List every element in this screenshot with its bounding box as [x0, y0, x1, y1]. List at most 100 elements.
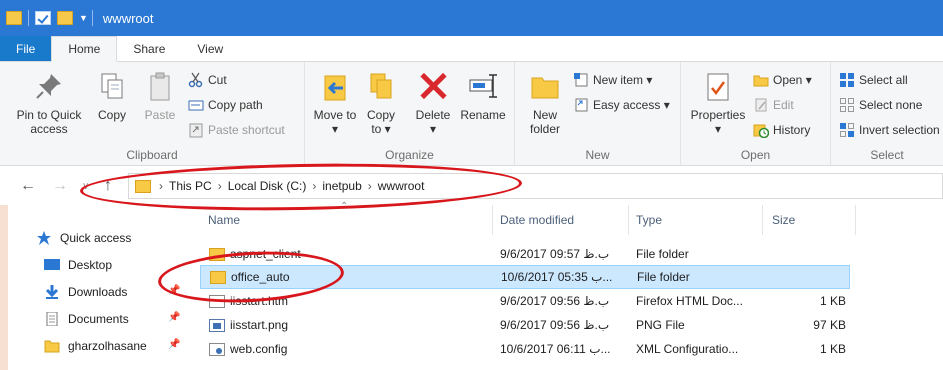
address-bar[interactable]: › This PC › Local Disk (C:) › inetpub › …	[128, 173, 943, 199]
delete-label: Delete	[415, 108, 451, 122]
file-date: 9/6/2017 09:56 ب.ظ	[500, 318, 610, 332]
up-arrow-icon[interactable]: ↑	[104, 177, 112, 195]
delete-button[interactable]: Delete ▾	[411, 70, 455, 136]
forward-arrow-icon[interactable]: →	[52, 177, 68, 195]
breadcrumb-inetpub[interactable]: inetpub	[322, 179, 361, 193]
clipboard-group: Pin to Quick access Copy Paste Cut Copy …	[0, 62, 305, 166]
nav-downloads[interactable]: Downloads	[44, 285, 127, 299]
table-row[interactable]: office_auto 10/6/2017 05:35 ب... File fo…	[200, 265, 850, 289]
select-none-label: Select none	[859, 98, 923, 112]
column-divider[interactable]	[855, 205, 856, 235]
delete-x-icon	[417, 70, 449, 102]
table-row[interactable]: iisstart.png 9/6/2017 09:56 ب.ظ PNG File…	[200, 313, 850, 337]
group-label: New	[585, 148, 610, 162]
open-button[interactable]: Open ▾	[753, 72, 812, 88]
sort-up-icon: ⌃	[340, 201, 349, 212]
file-name: aspnet_client	[230, 247, 301, 261]
navigation-bar: ← → ∨ ↑ › This PC › Local Disk (C:) › in…	[0, 167, 943, 205]
history-button[interactable]: History	[753, 122, 810, 139]
select-all-button[interactable]: Select all	[839, 72, 908, 88]
column-divider[interactable]	[628, 205, 629, 235]
properties-button[interactable]: Properties ▾	[687, 70, 749, 136]
pin-icon[interactable]: 📌	[168, 312, 180, 323]
pin-icon[interactable]: 📌	[168, 285, 180, 296]
pin-icon[interactable]: 📌	[168, 339, 180, 350]
breadcrumb-this-pc[interactable]: This PC	[169, 179, 212, 193]
tab-home[interactable]: Home	[51, 36, 118, 62]
tab-file[interactable]: File	[0, 36, 52, 61]
copy-to-button[interactable]: Copy to ▾	[361, 70, 401, 136]
file-name: iisstart.png	[230, 318, 289, 332]
nav-label: Documents	[68, 312, 129, 326]
config-file-icon	[209, 342, 225, 356]
nav-label: Downloads	[68, 285, 128, 299]
star-icon	[36, 231, 52, 245]
tab-view[interactable]: View	[181, 36, 239, 61]
new-folder-button[interactable]: New folder	[523, 70, 567, 136]
column-header-size[interactable]: Size	[772, 205, 795, 235]
html-file-icon	[209, 294, 225, 308]
copy-to-icon	[365, 70, 397, 102]
file-type: File folder	[637, 270, 690, 284]
table-row[interactable]: iisstart.htm 9/6/2017 09:56 ب.ظ Firefox …	[200, 289, 850, 313]
paste-shortcut-button[interactable]: Paste shortcut	[188, 122, 285, 138]
invert-selection-icon	[839, 122, 855, 138]
pin-label: Pin to Quick access	[16, 108, 82, 136]
new-folder-icon[interactable]	[57, 11, 73, 25]
new-item-button[interactable]: New item ▾	[573, 72, 652, 88]
easy-access-button[interactable]: Easy access ▾	[573, 97, 670, 113]
select-none-button[interactable]: Select none	[839, 97, 922, 113]
chevron-right-icon[interactable]: ›	[368, 179, 372, 193]
window-edge	[0, 205, 8, 370]
column-header-type[interactable]: Type	[636, 205, 662, 235]
tab-share[interactable]: Share	[117, 36, 181, 61]
nav-quick-access[interactable]: Quick access	[36, 231, 131, 245]
history-icon	[753, 122, 770, 139]
file-name: office_auto	[231, 270, 290, 284]
select-group: Select all Select none Invert selection …	[831, 62, 943, 166]
column-header-name[interactable]: Name	[208, 205, 240, 235]
copy-path-icon	[188, 97, 204, 113]
column-divider[interactable]	[762, 205, 763, 235]
chevron-right-icon[interactable]: ›	[218, 179, 222, 193]
chevron-down-icon[interactable]: ▼	[79, 13, 88, 23]
new-item-label: New item	[593, 73, 644, 87]
navigation-pane: Quick access Desktop Downloads Documents…	[0, 205, 190, 370]
recent-locations-icon[interactable]: ∨	[82, 181, 89, 192]
copy-path-button[interactable]: Copy path	[188, 97, 263, 113]
cut-button[interactable]: Cut	[188, 72, 227, 88]
column-divider[interactable]	[492, 205, 493, 235]
file-type: File folder	[636, 247, 689, 261]
copy-icon	[96, 70, 128, 102]
easy-access-label: Easy access	[593, 98, 661, 112]
new-item-icon	[573, 72, 589, 88]
breadcrumb-wwwroot[interactable]: wwwroot	[378, 179, 425, 193]
select-none-icon	[839, 97, 855, 113]
nav-documents[interactable]: Documents	[44, 311, 129, 327]
nav-gharzolhasane[interactable]: gharzolhasane	[44, 339, 147, 353]
move-to-button[interactable]: Move to ▾	[313, 70, 357, 136]
breadcrumb-local-disk[interactable]: Local Disk (C:)	[228, 179, 307, 193]
file-date: 9/6/2017 09:56 ب.ظ	[500, 294, 610, 308]
table-row[interactable]: aspnet_client 9/6/2017 09:57 ب.ظ File fo…	[200, 242, 850, 266]
copy-button[interactable]: Copy	[92, 70, 132, 122]
folder-icon[interactable]	[6, 11, 22, 25]
chevron-right-icon[interactable]: ›	[159, 179, 163, 193]
back-arrow-icon[interactable]: ←	[20, 177, 36, 195]
copy-label: Copy	[97, 108, 126, 122]
folder-icon	[135, 179, 151, 193]
new-folder-label: New folder	[529, 108, 561, 136]
group-label: Organize	[385, 148, 434, 162]
ribbon-tabs: File Home Share View	[0, 36, 943, 62]
edit-button[interactable]: Edit	[753, 97, 794, 113]
chevron-right-icon[interactable]: ›	[312, 179, 316, 193]
cut-label: Cut	[208, 73, 227, 87]
pin-to-quick-access-button[interactable]: Pin to Quick access	[12, 70, 86, 136]
column-header-date[interactable]: Date modified	[500, 205, 574, 235]
nav-desktop[interactable]: Desktop	[44, 258, 112, 272]
properties-check-icon[interactable]	[35, 11, 51, 25]
paste-button[interactable]: Paste	[140, 70, 180, 122]
invert-selection-button[interactable]: Invert selection	[839, 122, 940, 138]
rename-button[interactable]: Rename	[457, 70, 509, 122]
table-row[interactable]: web.config 10/6/2017 06:11 ب... XML Conf…	[200, 337, 850, 361]
